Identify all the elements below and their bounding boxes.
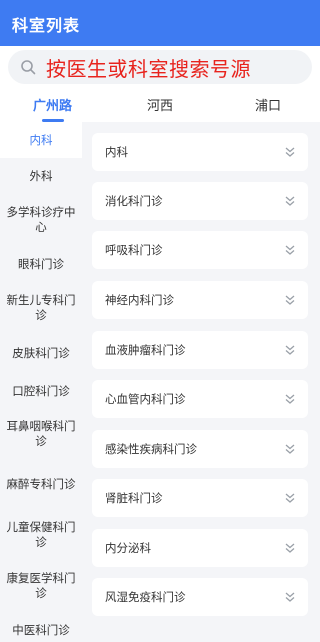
department-label: 内分泌科 [105, 541, 151, 555]
page-title: 科室列表 [12, 16, 81, 35]
sidebar-item-stomatology[interactable]: 口腔科门诊 [0, 372, 82, 410]
sidebar-item-neonatal[interactable]: 新生儿专科门诊 [0, 282, 82, 334]
sidebar-item-rehabilitation[interactable]: 康复医学科门诊 [0, 560, 82, 612]
tab-pukou[interactable]: 浦口 [255, 95, 281, 114]
sidebar-item-internal-medicine[interactable]: 内科 [0, 122, 82, 158]
department-card[interactable]: 心血管内科门诊 [92, 380, 308, 418]
department-card[interactable]: 呼吸科门诊 [92, 231, 308, 269]
app-header: 科室列表 [0, 0, 320, 46]
chevron-double-down-icon [284, 146, 296, 158]
sidebar-item-surgery[interactable]: 外科 [0, 158, 82, 194]
campus-tabs: 广州路 河西 浦口 [0, 86, 320, 122]
chevron-double-down-icon [284, 244, 296, 256]
chevron-double-down-icon [284, 542, 296, 554]
sidebar-item-dermatology[interactable]: 皮肤科门诊 [0, 334, 82, 372]
sidebar-item-mdt-center[interactable]: 多学科诊疗中心 [0, 194, 82, 246]
sidebar-item-child-health[interactable]: 儿童保健科门诊 [0, 510, 82, 560]
search-icon [20, 59, 36, 75]
department-card[interactable]: 消化科门诊 [92, 182, 308, 220]
department-label: 神经内科门诊 [105, 293, 174, 307]
department-card[interactable]: 神经内科门诊 [92, 281, 308, 319]
department-card[interactable]: 风湿免疫科门诊 [92, 578, 308, 616]
sidebar-item-anesthesia[interactable]: 麻醉专科门诊 [0, 458, 82, 510]
chevron-double-down-icon [284, 344, 296, 356]
tab-hexi[interactable]: 河西 [147, 95, 173, 114]
department-card[interactable]: 内分泌科 [92, 529, 308, 567]
search-placeholder: 按医生或科室搜索号源 [46, 57, 251, 81]
sidebar-item-ophthalmology[interactable]: 眼科门诊 [0, 246, 82, 282]
chevron-double-down-icon [284, 591, 296, 603]
category-sidebar: 内科 外科 多学科诊疗中心 眼科门诊 新生儿专科门诊 皮肤科门诊 口腔科门诊 耳… [0, 122, 82, 642]
department-label: 内科 [105, 145, 128, 159]
department-label: 呼吸科门诊 [105, 243, 163, 257]
department-card[interactable]: 感染性疾病科门诊 [92, 430, 308, 468]
chevron-double-down-icon [284, 393, 296, 405]
chevron-double-down-icon [284, 195, 296, 207]
department-card[interactable]: 血液肿瘤科门诊 [92, 331, 308, 369]
chevron-double-down-icon [284, 294, 296, 306]
sidebar-item-ent[interactable]: 耳鼻咽喉科门诊 [0, 410, 82, 458]
department-card[interactable]: 内科 [92, 133, 308, 171]
chevron-double-down-icon [284, 492, 296, 504]
sidebar-item-tcm[interactable]: 中医科门诊 [0, 612, 82, 642]
chevron-double-down-icon [284, 443, 296, 455]
search-input[interactable]: 按医生或科室搜索号源 [8, 50, 312, 84]
department-label: 心血管内科门诊 [105, 392, 186, 406]
department-label: 血液肿瘤科门诊 [105, 343, 186, 357]
department-card[interactable]: 肾脏科门诊 [92, 479, 308, 517]
department-label: 风湿免疫科门诊 [105, 590, 186, 604]
department-label: 感染性疾病科门诊 [105, 442, 197, 456]
department-label: 消化科门诊 [105, 194, 163, 208]
department-label: 肾脏科门诊 [105, 491, 163, 505]
tab-guangzhoulu[interactable]: 广州路 [33, 95, 72, 114]
department-list: 内科 消化科门诊 呼吸科门诊 神经内科门诊 血液肿瘤科门诊 心血管内科门诊 感染… [82, 122, 320, 642]
